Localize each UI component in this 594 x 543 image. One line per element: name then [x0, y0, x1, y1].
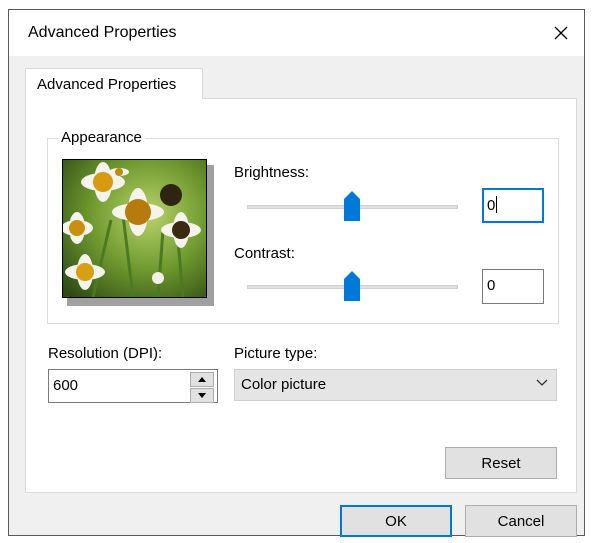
tab-label: Advanced Properties — [37, 76, 177, 93]
window-title: Advanced Properties — [28, 24, 177, 41]
spin-up-button[interactable] — [190, 372, 214, 387]
resolution-spin-buttons — [190, 372, 214, 403]
appearance-group: Appearance Brightness: 0 Contrast: 0 — [47, 129, 559, 324]
contrast-label: Contrast: — [234, 245, 295, 262]
arrow-up-icon — [198, 377, 206, 382]
resolution-spinbox[interactable]: 600 — [48, 369, 218, 403]
contrast-value-input[interactable]: 0 — [482, 269, 544, 304]
picture-type-label: Picture type: — [234, 345, 318, 362]
picture-type-dropdown[interactable]: Color picture — [234, 369, 557, 401]
close-icon — [554, 26, 568, 40]
resolution-label: Resolution (DPI): — [48, 345, 163, 362]
picture-type-value: Color picture — [241, 376, 327, 393]
contrast-slider-thumb[interactable] — [344, 271, 360, 301]
preview-image — [62, 159, 207, 298]
appearance-group-label: Appearance — [58, 129, 145, 146]
contrast-value: 0 — [487, 277, 496, 294]
cancel-button[interactable]: Cancel — [465, 505, 577, 537]
chevron-down-icon — [536, 379, 548, 386]
text-caret — [496, 196, 498, 213]
flower-photo — [63, 160, 206, 297]
resolution-value: 600 — [53, 377, 79, 394]
reset-button[interactable]: Reset — [445, 447, 557, 479]
title-bar: Advanced Properties — [9, 10, 584, 56]
advanced-properties-dialog: Advanced Properties Advanced Properties … — [8, 9, 585, 537]
ok-button[interactable]: OK — [340, 505, 452, 537]
brightness-value: 0 — [487, 197, 496, 214]
arrow-down-icon — [198, 393, 206, 398]
close-button[interactable] — [538, 10, 584, 56]
brightness-value-input[interactable]: 0 — [482, 188, 544, 223]
tab-advanced-properties[interactable]: Advanced Properties — [25, 68, 203, 99]
spin-down-button[interactable] — [190, 388, 214, 403]
tab-panel: Appearance Brightness: 0 Contrast: 0 Res… — [25, 98, 577, 493]
brightness-label: Brightness: — [234, 164, 310, 181]
brightness-slider-thumb[interactable] — [344, 191, 360, 221]
